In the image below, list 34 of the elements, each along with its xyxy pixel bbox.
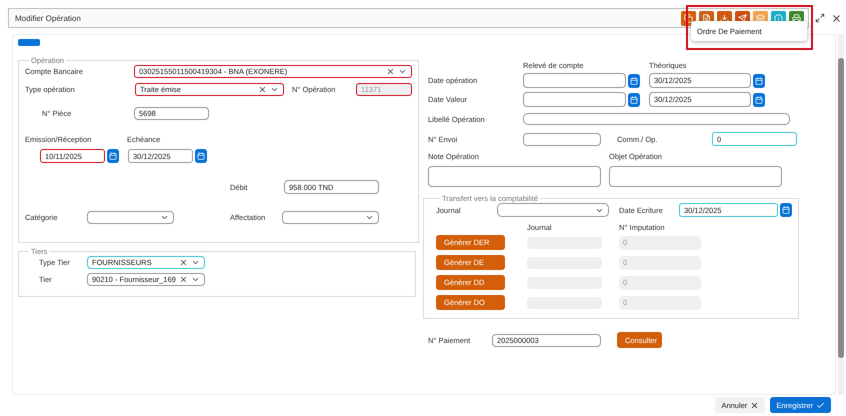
text-area[interactable] (428, 166, 601, 187)
maximize-icon[interactable] (815, 13, 825, 23)
chevron-down-icon[interactable] (398, 67, 407, 76)
calendar-icon (197, 152, 205, 160)
check-icon (816, 400, 825, 410)
clear-icon[interactable] (258, 85, 267, 94)
clear-icon[interactable] (179, 275, 188, 284)
calendar-icon (782, 206, 790, 214)
dialog-title: Modifier Opération (15, 14, 82, 22)
scrollbar[interactable] (838, 34, 844, 395)
calendar-button[interactable] (107, 149, 119, 163)
calendar-button[interactable] (753, 92, 765, 106)
clear-icon[interactable] (386, 67, 395, 76)
calendar-button[interactable] (628, 74, 640, 88)
calendar-icon (630, 76, 638, 84)
chevron-down-icon[interactable] (270, 85, 279, 94)
calendar-button[interactable] (195, 149, 207, 163)
calendar-icon (755, 76, 763, 84)
calendar-icon (630, 96, 638, 104)
calendar-icon (755, 96, 763, 104)
date-field[interactable] (523, 92, 626, 107)
close-icon (750, 400, 760, 410)
calendar-button[interactable] (780, 203, 792, 217)
text-area[interactable] (609, 166, 782, 187)
input-field[interactable] (523, 132, 601, 146)
clear-icon[interactable] (179, 258, 188, 267)
calendar-icon (109, 152, 117, 160)
calendar-button[interactable] (753, 74, 765, 88)
close-icon[interactable] (831, 12, 842, 24)
chevron-down-icon[interactable] (365, 213, 374, 222)
date-field[interactable] (523, 73, 626, 88)
input-field[interactable] (523, 113, 790, 125)
calendar-button[interactable] (628, 92, 640, 106)
chevron-down-icon[interactable] (160, 213, 169, 222)
